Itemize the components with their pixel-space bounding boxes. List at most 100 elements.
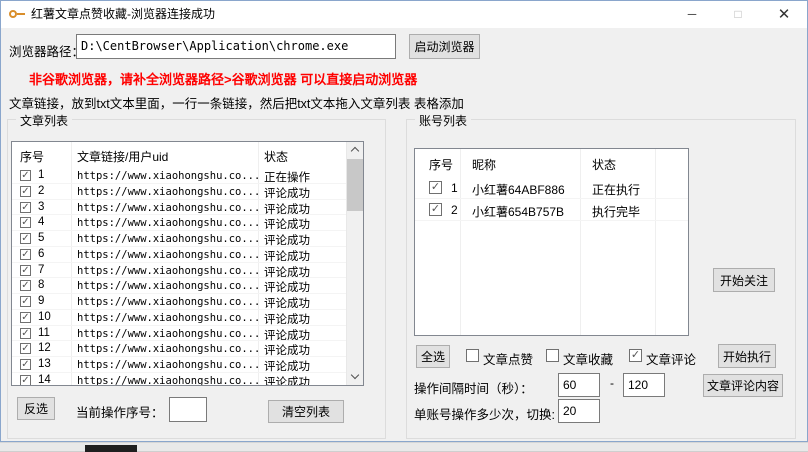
table-row[interactable]: 11 https://www.xiaohongshu.co...评论成功 <box>12 326 346 342</box>
row-index: 1 <box>38 169 45 181</box>
row-nickname: 小红薯654B757B <box>472 205 565 219</box>
interval-label: 操作间隔时间（秒）： <box>414 382 533 396</box>
row-index: 1 <box>451 181 458 195</box>
switch-count-input[interactable]: 20 <box>558 399 600 423</box>
row-status: 评论成功 <box>264 345 310 358</box>
switch-count-label: 单账号操作多少次，切换: <box>414 408 555 422</box>
like-checkbox-label[interactable]: 文章点赞 <box>483 349 533 368</box>
row-status: 正在操作 <box>264 172 310 184</box>
row-url: https://www.xiaohongshu.co... <box>77 248 261 261</box>
row-checkbox[interactable] <box>20 343 31 355</box>
row-status: 评论成功 <box>264 376 310 385</box>
table-row[interactable]: 2 小红薯654B757B 执行完毕 <box>415 199 688 221</box>
row-checkbox[interactable] <box>20 170 31 181</box>
row-url: https://www.xiaohongshu.co... <box>77 296 261 308</box>
scroll-up-icon[interactable] <box>347 142 363 158</box>
row-index: 9 <box>38 295 45 307</box>
launch-browser-button[interactable]: 启动浏览器 <box>409 34 480 59</box>
minimize-button[interactable]: ─ <box>669 1 715 28</box>
row-index: 7 <box>38 263 45 276</box>
article-table-header: 序号 文章链接/用户uid 状态 <box>12 142 363 168</box>
row-checkbox[interactable] <box>429 181 442 194</box>
table-row[interactable]: 5 https://www.xiaohongshu.co...评论成功 <box>12 231 346 247</box>
row-checkbox[interactable] <box>20 248 31 260</box>
row-index: 11 <box>38 326 50 339</box>
article-group-title: 文章列表 <box>16 112 73 129</box>
collect-checkbox-label[interactable]: 文章收藏 <box>563 349 613 368</box>
clear-list-button[interactable]: 清空列表 <box>268 400 344 423</box>
taskbar-strip <box>0 442 808 452</box>
select-all-button[interactable]: 全选 <box>416 345 450 368</box>
row-url: https://www.xiaohongshu.co... <box>77 217 261 230</box>
col-index: 序号 <box>429 158 454 172</box>
table-row[interactable]: 12 https://www.xiaohongshu.co...评论成功 <box>12 341 346 357</box>
window-title: 红薯文章点赞收藏-浏览器连接成功 <box>31 7 215 21</box>
account-group-title: 账号列表 <box>415 112 472 129</box>
col-link: 文章链接/用户uid <box>77 150 169 164</box>
row-url: https://www.xiaohongshu.co... <box>77 233 261 245</box>
table-row[interactable]: 1 https://www.xiaohongshu.co...正在操作 <box>12 168 346 184</box>
row-status: 评论成功 <box>264 203 310 216</box>
row-checkbox[interactable] <box>20 185 31 197</box>
scrollbar-thumb[interactable] <box>347 159 363 211</box>
col-index: 序号 <box>20 150 45 164</box>
row-status: 评论成功 <box>264 298 310 310</box>
comment-checkbox-label[interactable]: 文章评论 <box>646 349 696 368</box>
col-status: 状态 <box>592 158 617 172</box>
row-index: 12 <box>38 342 51 355</box>
current-index-input[interactable] <box>169 397 207 422</box>
table-row[interactable]: 10 https://www.xiaohongshu.co...评论成功 <box>12 310 346 326</box>
maximize-button[interactable]: □ <box>715 1 761 28</box>
browser-path-label: 浏览器路径： <box>9 45 85 59</box>
app-window: 红薯文章点赞收藏-浏览器连接成功 ─ □ ✕ 浏览器路径： D:\CentBro… <box>0 0 808 442</box>
table-row[interactable]: 13 https://www.xiaohongshu.co...评论成功 <box>12 357 346 373</box>
row-checkbox[interactable] <box>20 217 31 229</box>
row-checkbox[interactable] <box>20 311 31 323</box>
row-status: 评论成功 <box>264 329 310 342</box>
article-scrollbar[interactable] <box>346 142 363 385</box>
scroll-down-icon[interactable] <box>347 369 363 385</box>
row-checkbox[interactable] <box>20 280 31 292</box>
row-checkbox[interactable] <box>20 264 31 276</box>
row-checkbox[interactable] <box>20 201 31 213</box>
row-url: https://www.xiaohongshu.co... <box>77 359 261 371</box>
table-row[interactable]: 2 https://www.xiaohongshu.co...评论成功 <box>12 184 346 200</box>
article-table-body: 1https://www.xiaohongshu.co...正在操作2https… <box>12 168 346 385</box>
table-row[interactable]: 6 https://www.xiaohongshu.co...评论成功 <box>12 247 346 263</box>
table-row[interactable]: 9 https://www.xiaohongshu.co...评论成功 <box>12 294 346 310</box>
row-checkbox[interactable] <box>20 296 31 307</box>
table-row[interactable]: 4 https://www.xiaohongshu.co...评论成功 <box>12 215 346 231</box>
table-row[interactable]: 3 https://www.xiaohongshu.co...评论成功 <box>12 200 346 216</box>
collect-checkbox[interactable] <box>546 349 559 362</box>
row-status: 评论成功 <box>264 250 310 263</box>
row-nickname: 小红薯64ABF886 <box>472 183 565 197</box>
browser-path-input[interactable]: D:\CentBrowser\Application\chrome.exe <box>76 34 396 59</box>
row-status: 评论成功 <box>264 361 310 373</box>
table-row[interactable]: 14 https://www.xiaohongshu.co...评论成功 <box>12 373 346 385</box>
table-row[interactable]: 8 https://www.xiaohongshu.co...评论成功 <box>12 278 346 294</box>
invert-selection-button[interactable]: 反选 <box>17 397 55 420</box>
row-checkbox[interactable] <box>20 374 31 385</box>
table-row[interactable]: 7 https://www.xiaohongshu.co...评论成功 <box>12 263 346 279</box>
row-index: 14 <box>38 373 51 385</box>
start-follow-button[interactable]: 开始关注 <box>713 268 775 292</box>
interval-max-input[interactable]: 120 <box>623 373 665 397</box>
row-status: 正在执行 <box>592 183 641 197</box>
row-checkbox[interactable] <box>20 327 31 339</box>
account-table-body: 1 小红薯64ABF886 正在执行 2 小红薯654B757B 执行完毕 <box>415 177 688 335</box>
row-url: https://www.xiaohongshu.co... <box>77 280 261 293</box>
row-checkbox[interactable] <box>429 203 442 216</box>
row-checkbox[interactable] <box>20 359 31 370</box>
comment-checkbox[interactable] <box>629 349 642 362</box>
row-checkbox[interactable] <box>20 233 31 244</box>
like-checkbox[interactable] <box>466 349 479 362</box>
row-status: 评论成功 <box>264 219 310 232</box>
table-row[interactable]: 1 小红薯64ABF886 正在执行 <box>415 177 688 199</box>
comment-content-button[interactable]: 文章评论内容 <box>703 374 783 397</box>
col-nickname: 昵称 <box>472 158 497 172</box>
interval-min-input[interactable]: 60 <box>558 373 600 397</box>
start-execute-button[interactable]: 开始执行 <box>718 344 776 368</box>
close-button[interactable]: ✕ <box>761 1 807 28</box>
current-index-label: 当前操作序号： <box>76 406 164 420</box>
row-status: 评论成功 <box>264 313 310 326</box>
